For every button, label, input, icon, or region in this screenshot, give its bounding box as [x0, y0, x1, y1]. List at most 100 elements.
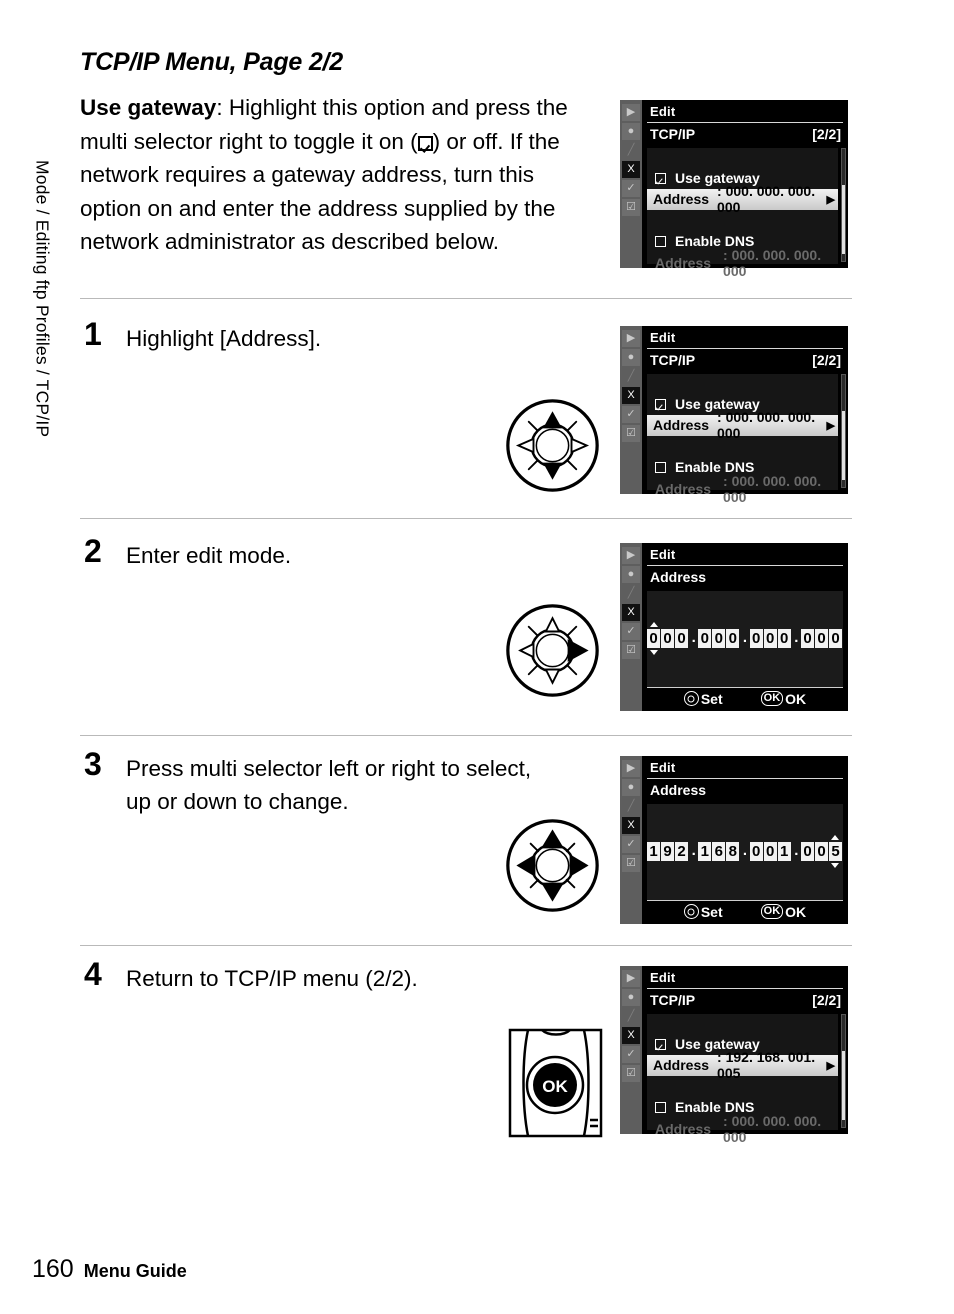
recent-settings-icon[interactable]: ☑ [622, 855, 640, 872]
digit-0-1[interactable]: 9 [661, 842, 674, 861]
digit-3-1[interactable]: 0 [814, 842, 828, 861]
retouch-menu-icon[interactable]: ✓ [622, 1046, 640, 1063]
octet-3[interactable]: 005 [800, 842, 843, 861]
playback-icon[interactable]: ▶ [622, 547, 640, 564]
octet-3[interactable]: 000 [800, 629, 843, 648]
digit-1-1[interactable]: 0 [712, 629, 726, 648]
retouch-menu-icon[interactable]: ✓ [622, 406, 640, 423]
gateway-address-highlight[interactable]: Address : 000. 000. 000. 000 ▶ [647, 409, 838, 441]
address-input-field[interactable]: 192 . 168 . 001 . 005 [647, 804, 843, 900]
enable-dns-checkbox-icon[interactable] [655, 1101, 666, 1113]
digit-1-0[interactable]: 1 [698, 842, 712, 861]
use-gateway-checkbox-icon[interactable] [655, 398, 666, 410]
lcd-scrollbar-thumb[interactable] [842, 184, 845, 255]
octet-1[interactable]: 000 [698, 629, 740, 648]
setup-menu-icon[interactable]: Χ [622, 161, 640, 178]
digit-0-2[interactable]: 2 [675, 842, 688, 861]
menu-row-gateway-address[interactable]: Address : 000. 000. 000. 000 ▶ [647, 183, 838, 215]
octet-0[interactable]: 000 [647, 629, 689, 648]
playback-icon[interactable]: ▶ [622, 970, 640, 987]
custom-settings-icon[interactable]: ╱ [622, 585, 640, 602]
digit-0-0[interactable]: 0 [647, 629, 660, 648]
recent-settings-icon[interactable]: ☑ [622, 1065, 640, 1082]
playback-icon[interactable]: ▶ [622, 104, 640, 121]
vertical-chapter-tab: Mode / Editing ftp Profiles / TCP/IP [20, 160, 64, 520]
lcd-subtitle: TCP/IP [650, 352, 696, 368]
lcd-scrollbar-thumb[interactable] [842, 1050, 845, 1121]
multi-selector-diagram-step1 [506, 399, 599, 492]
custom-settings-icon[interactable]: ╱ [622, 142, 640, 159]
address-digits-step2[interactable]: 000 . 000 . 000 . 000 [647, 629, 843, 648]
chevron-right-icon[interactable]: ▶ [827, 193, 835, 206]
octet-0[interactable]: 192 [647, 842, 689, 861]
digit-0-0[interactable]: 1 [647, 842, 660, 861]
digit-0-2[interactable]: 0 [675, 629, 688, 648]
digit-2-1[interactable]: 0 [763, 842, 777, 861]
shooting-menu-icon[interactable]: ● [622, 989, 640, 1006]
setup-menu-icon[interactable]: Χ [622, 1027, 640, 1044]
digit-1-1[interactable]: 6 [712, 842, 726, 861]
digit-1-2[interactable]: 0 [726, 629, 740, 648]
shooting-menu-icon[interactable]: ● [622, 779, 640, 796]
digit-3-0[interactable]: 0 [800, 842, 814, 861]
retouch-menu-icon[interactable]: ✓ [622, 836, 640, 853]
digit-0-1[interactable]: 0 [661, 629, 674, 648]
digit-2-1[interactable]: 0 [763, 629, 777, 648]
intro-lead-term: Use gateway [80, 95, 217, 120]
menu-row-gateway-address[interactable]: Address : 000. 000. 000. 000 ▶ [647, 409, 838, 441]
recent-settings-icon[interactable]: ☑ [622, 425, 640, 442]
footer-ok-action[interactable]: OK OK [760, 904, 806, 920]
address-digits-step3[interactable]: 192 . 168 . 001 . 005 [647, 842, 843, 861]
footer-ok-action[interactable]: OK OK [760, 691, 806, 707]
retouch-menu-icon[interactable]: ✓ [622, 623, 640, 640]
digit-1-0[interactable]: 0 [698, 629, 712, 648]
octet-1[interactable]: 168 [698, 842, 740, 861]
gateway-address-highlight[interactable]: Address : 000. 000. 000. 000 ▶ [647, 183, 838, 215]
digit-3-2[interactable]: 0 [828, 629, 842, 648]
enable-dns-checkbox-icon[interactable] [655, 235, 666, 247]
playback-icon[interactable]: ▶ [622, 760, 640, 777]
setup-menu-icon[interactable]: Χ [622, 604, 640, 621]
setup-menu-icon[interactable]: Χ [622, 817, 640, 834]
shooting-menu-icon[interactable]: ● [622, 566, 640, 583]
custom-settings-icon[interactable]: ╱ [622, 1008, 640, 1025]
lcd-scrollbar[interactable] [841, 374, 846, 488]
lcd-icon-sidebar: ▶ ● ╱ Χ ✓ ☑ [620, 543, 642, 711]
gateway-address-label: Address [653, 417, 710, 433]
digit-2-2[interactable]: 0 [777, 629, 791, 648]
digit-2-0[interactable]: 0 [749, 629, 763, 648]
address-input-field[interactable]: 000 . 000 . 000 . 000 [647, 591, 843, 687]
enable-dns-checkbox-icon[interactable] [655, 461, 666, 473]
chevron-right-icon[interactable]: ▶ [827, 1059, 835, 1072]
lcd-scrollbar[interactable] [841, 1014, 846, 1128]
step-2-number: 2 [84, 533, 102, 569]
intro-paragraph: Use gateway: Highlight this option and p… [80, 91, 600, 259]
multi-selector-diagram-step3 [506, 819, 599, 912]
use-gateway-checkbox-icon[interactable] [655, 1038, 666, 1050]
octet-2[interactable]: 001 [749, 842, 792, 861]
menu-row-gateway-address[interactable]: Address : 192. 168. 001. 005 ▶ [647, 1049, 838, 1081]
digit-1-2[interactable]: 8 [726, 842, 740, 861]
footer-set-action[interactable]: Set [683, 691, 723, 707]
digit-3-0[interactable]: 0 [800, 629, 814, 648]
lcd-scrollbar-thumb[interactable] [842, 410, 845, 481]
lcd-scrollbar[interactable] [841, 148, 846, 262]
chevron-right-icon[interactable]: ▶ [827, 419, 835, 432]
digit-2-0[interactable]: 0 [749, 842, 763, 861]
setup-menu-icon[interactable]: Χ [622, 387, 640, 404]
custom-settings-icon[interactable]: ╱ [622, 368, 640, 385]
shooting-menu-icon[interactable]: ● [622, 349, 640, 366]
footer-set-action[interactable]: Set [683, 904, 723, 920]
playback-icon[interactable]: ▶ [622, 330, 640, 347]
recent-settings-icon[interactable]: ☑ [622, 642, 640, 659]
custom-settings-icon[interactable]: ╱ [622, 798, 640, 815]
digit-3-1[interactable]: 0 [814, 629, 828, 648]
shooting-menu-icon[interactable]: ● [622, 123, 640, 140]
digit-3-2[interactable]: 5 [828, 842, 842, 861]
digit-2-2[interactable]: 1 [777, 842, 791, 861]
retouch-menu-icon[interactable]: ✓ [622, 180, 640, 197]
gateway-address-highlight[interactable]: Address : 192. 168. 001. 005 ▶ [647, 1049, 838, 1081]
octet-2[interactable]: 000 [749, 629, 792, 648]
recent-settings-icon[interactable]: ☑ [622, 199, 640, 216]
use-gateway-checkbox-icon[interactable] [655, 172, 666, 184]
